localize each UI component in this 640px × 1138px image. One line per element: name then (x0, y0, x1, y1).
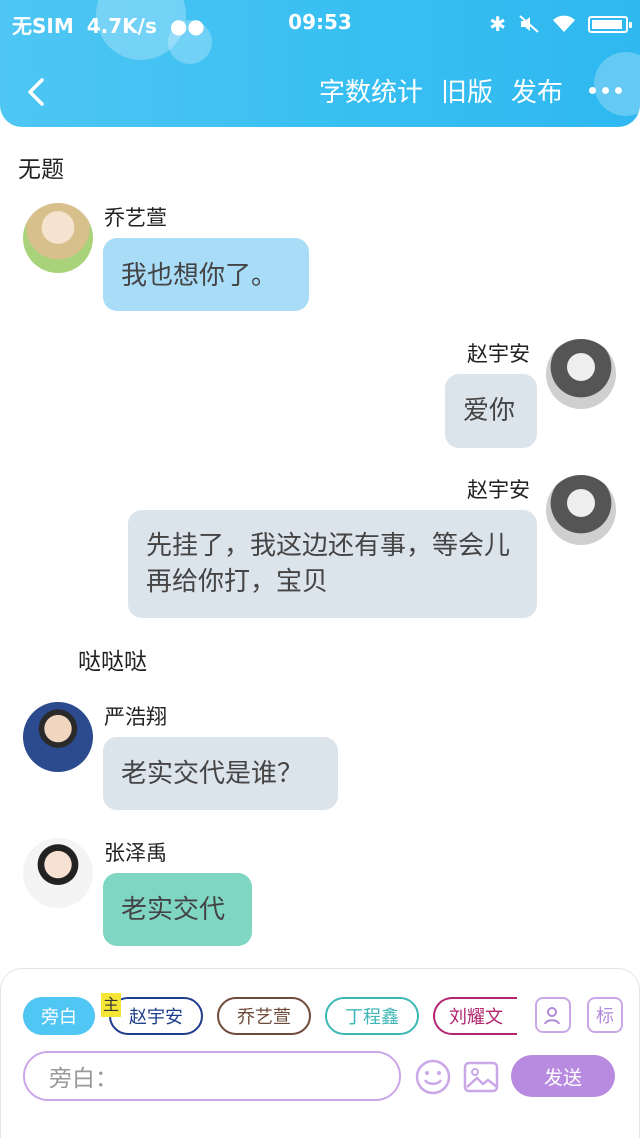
send-button[interactable]: 发送 (511, 1055, 615, 1097)
emoji-icon[interactable] (415, 1059, 451, 1095)
role-chip-liu-yaowen[interactable]: 刘耀文 (433, 997, 517, 1035)
sender-name: 张泽禹 (104, 841, 167, 865)
role-chip-zhao-yuan[interactable]: 赵宇安 (109, 997, 203, 1035)
wechat-icon: ●● (169, 14, 205, 38)
message-input[interactable]: 旁白： (23, 1051, 401, 1101)
toolbar: 字数统计 旧版 发布 (0, 72, 640, 112)
word-count-button[interactable]: 字数统计 (319, 72, 423, 109)
narration-text: 哒哒哒 (78, 649, 147, 675)
back-icon[interactable] (22, 76, 54, 108)
status-bar: 无SIM 4.7K/s ●● 09:53 ✱ (12, 8, 632, 39)
publish-button[interactable]: 发布 (511, 72, 563, 109)
role-chip-ding-chengxin[interactable]: 丁程鑫 (325, 997, 419, 1035)
message-bubble[interactable]: 我也想你了。 (103, 238, 309, 311)
sender-name: 赵宇安 (467, 478, 530, 502)
role-chip-narration[interactable]: 旁白 (23, 997, 95, 1035)
avatar[interactable] (23, 702, 93, 772)
role-chip-qiao-yixuan[interactable]: 乔艺萱 (217, 997, 311, 1035)
composer-panel: 旁白 主 赵宇安 乔艺萱 丁程鑫 刘耀文 标 旁白： 发送 (0, 968, 640, 1138)
status-time: 09:53 (288, 10, 352, 34)
sender-name: 赵宇安 (467, 342, 530, 366)
character-icon[interactable] (535, 997, 571, 1033)
avatar[interactable] (546, 339, 616, 409)
image-icon[interactable] (463, 1059, 499, 1095)
old-version-button[interactable]: 旧版 (441, 72, 493, 109)
sender-name: 乔艺萱 (104, 206, 167, 230)
main-role-tag: 主 (101, 993, 122, 1017)
carrier-text: 无SIM (12, 14, 74, 38)
avatar[interactable] (546, 475, 616, 545)
battery-icon (588, 15, 632, 33)
message-bubble[interactable]: 爱你 (445, 374, 537, 448)
avatar[interactable] (23, 838, 93, 908)
mute-icon (519, 15, 539, 33)
status-right: ✱ (489, 12, 632, 36)
bluetooth-icon: ✱ (489, 12, 506, 36)
network-speed: 4.7K/s (86, 14, 157, 38)
message-bubble[interactable]: 老实交代是谁？ (103, 737, 338, 810)
avatar[interactable] (23, 203, 93, 273)
message-bubble[interactable]: 老实交代 (103, 873, 252, 946)
status-left: 无SIM 4.7K/s ●● (12, 10, 205, 39)
story-title: 无题 (18, 157, 64, 183)
more-icon[interactable] (589, 87, 622, 94)
app-header: 无SIM 4.7K/s ●● 09:53 ✱ 字数统计 旧版 发布 (0, 0, 640, 127)
wifi-icon (553, 15, 575, 32)
label-icon[interactable]: 标 (587, 997, 623, 1033)
message-bubble[interactable]: 先挂了，我这边还有事，等会儿再给你打，宝贝 (128, 510, 537, 618)
sender-name: 严浩翔 (104, 705, 167, 729)
